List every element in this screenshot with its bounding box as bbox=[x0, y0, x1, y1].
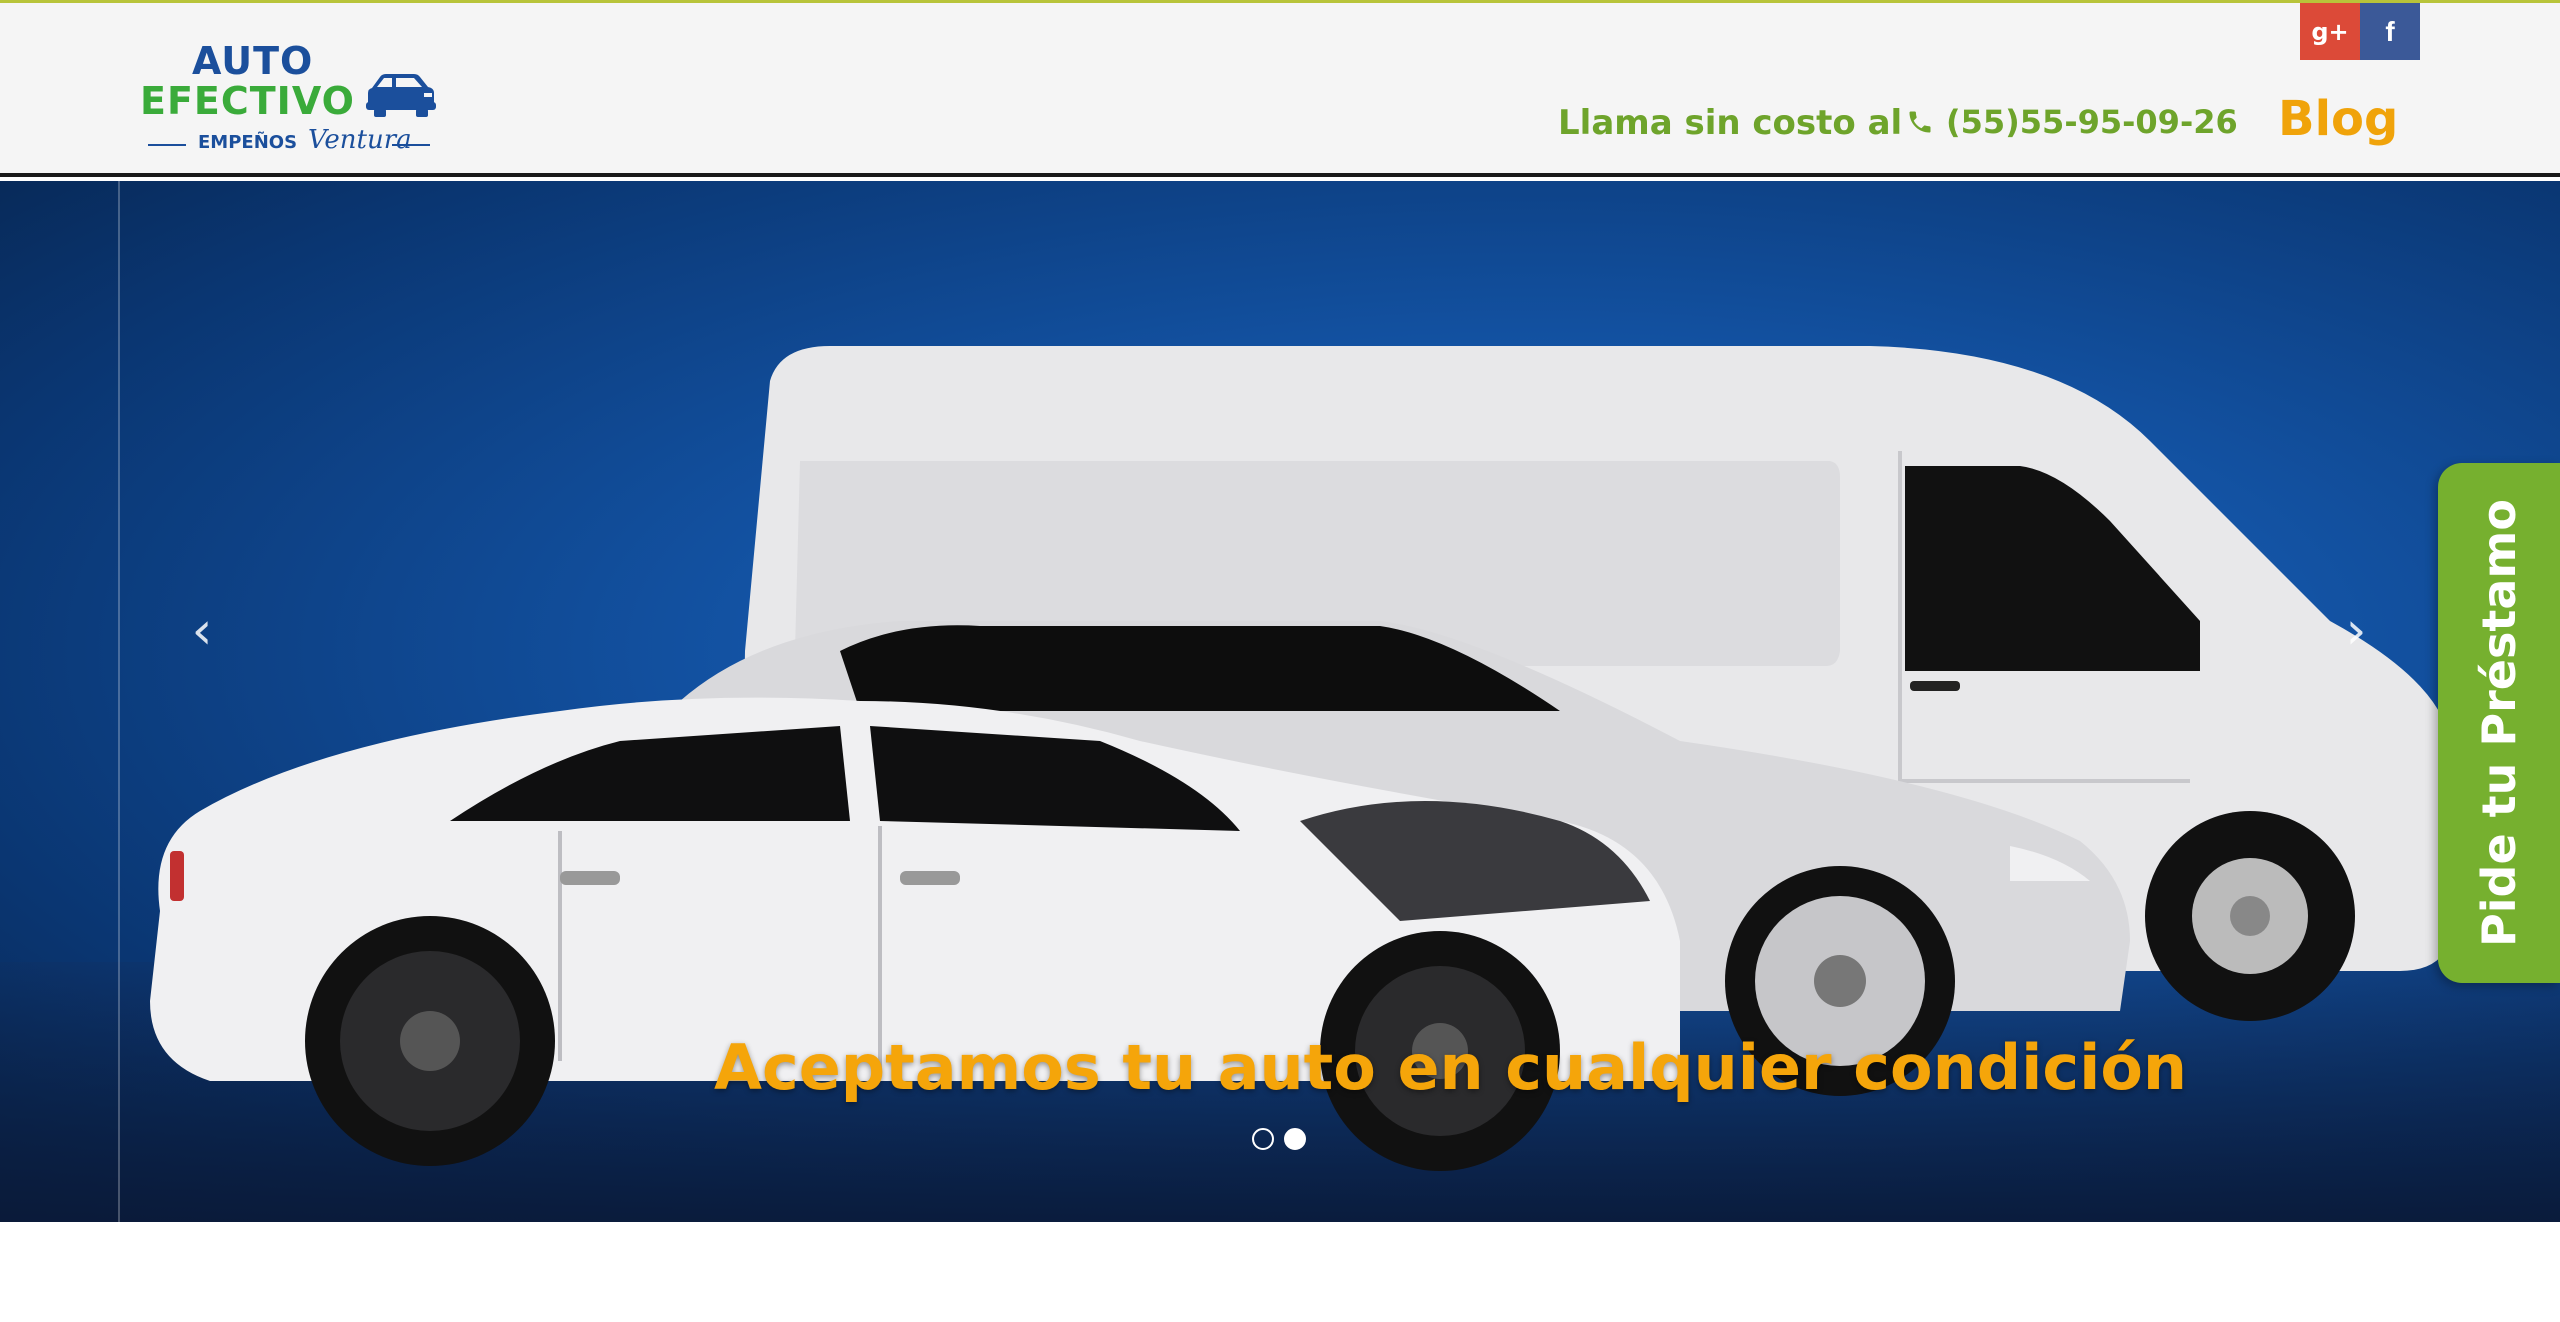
site-header: AUTO EFECTIVO EMPEÑOS Ventura g+ f Llama… bbox=[0, 3, 2560, 177]
request-loan-label: Pide tu Préstamo bbox=[2472, 499, 2526, 947]
facebook-icon[interactable]: f bbox=[2360, 3, 2420, 60]
logo-rule-left bbox=[148, 144, 186, 146]
logo-rule-right bbox=[392, 144, 430, 146]
social-links: g+ f bbox=[2300, 3, 2420, 60]
logo-text-efectivo: EFECTIVO bbox=[140, 79, 355, 123]
google-plus-icon[interactable]: g+ bbox=[2300, 3, 2360, 60]
hero-carousel: ‹ › Aceptamos tu auto en cualquier condi… bbox=[0, 181, 2560, 1222]
content-section bbox=[0, 1222, 2560, 1322]
logo-text-empenos: EMPEÑOS bbox=[198, 132, 298, 153]
contact-label: Llama sin costo al bbox=[1558, 103, 1903, 143]
blog-link[interactable]: Blog bbox=[2278, 91, 2398, 147]
carousel-dot-1[interactable] bbox=[1252, 1128, 1274, 1150]
logo-text-ventura: Ventura bbox=[308, 125, 412, 155]
carousel-indicators bbox=[1252, 1128, 1306, 1150]
phone-link[interactable]: (55)55-95-09-26 bbox=[1906, 103, 2238, 141]
phone-icon bbox=[1909, 111, 1931, 133]
carousel-next-arrow[interactable]: › bbox=[2336, 601, 2376, 661]
request-loan-tab[interactable]: Pide tu Préstamo bbox=[2438, 463, 2560, 983]
logo-text-auto: AUTO bbox=[192, 39, 314, 83]
car-icon bbox=[366, 74, 436, 117]
phone-number: (55)55-95-09-26 bbox=[1946, 103, 2238, 141]
site-logo[interactable]: AUTO EFECTIVO EMPEÑOS Ventura bbox=[140, 39, 440, 163]
carousel-dot-2[interactable] bbox=[1284, 1128, 1306, 1150]
hero-caption: Aceptamos tu auto en cualquier condición bbox=[714, 1031, 2188, 1104]
carousel-prev-arrow[interactable]: ‹ bbox=[182, 601, 222, 661]
